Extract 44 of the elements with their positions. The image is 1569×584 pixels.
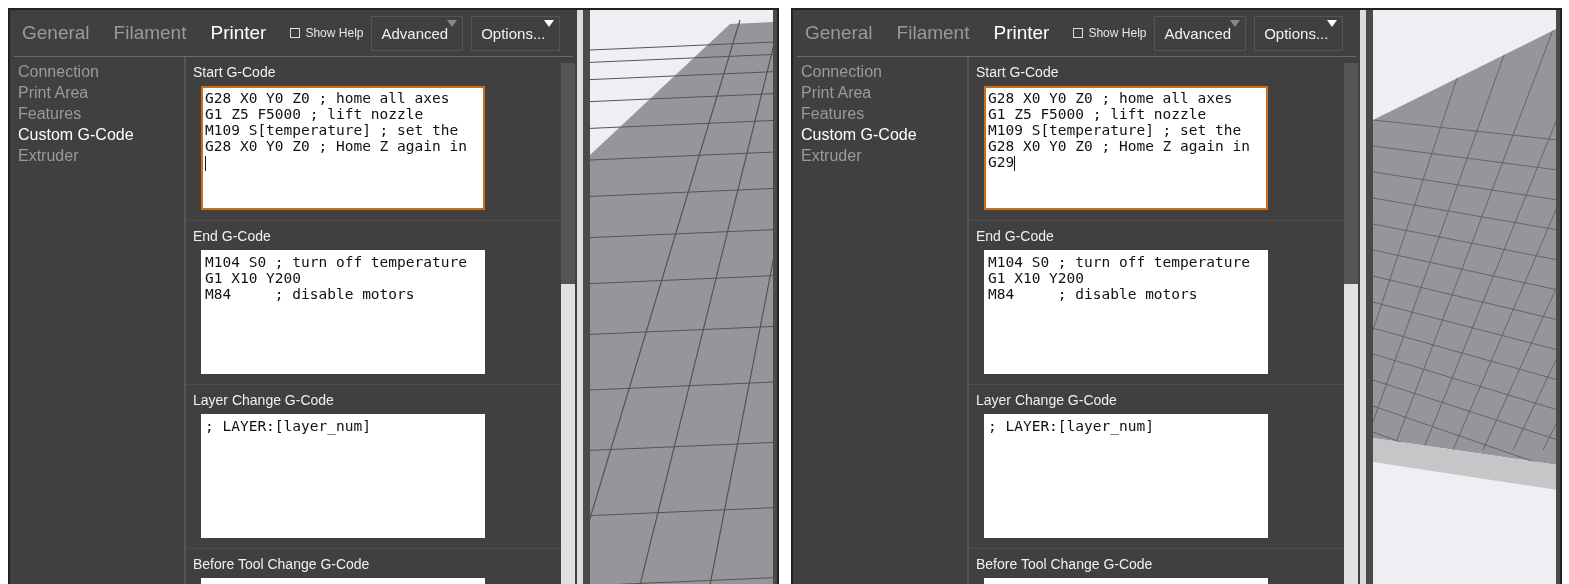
checkbox-label: Show Help	[305, 26, 364, 40]
sidebar-item[interactable]: Features	[801, 105, 967, 123]
section-label: Before Tool Change G-Code	[193, 556, 371, 572]
sidebar-item[interactable]: Print Area	[18, 84, 184, 102]
dropdown-arrow-icon	[1230, 19, 1241, 27]
tab[interactable]: Filament	[896, 22, 970, 44]
section-label: Before Tool Change G-Code	[976, 556, 1154, 572]
options-dropdown[interactable]: Options...	[471, 15, 561, 51]
tab[interactable]: Printer	[210, 22, 267, 44]
gcode-input-field[interactable]: M104 S0 ; turn off temperature G1 X10 Y200 M84 ; disable motors	[984, 250, 1268, 374]
section-label: Start G-Code	[193, 64, 277, 80]
tab[interactable]: General	[22, 22, 90, 44]
gcode-input-field[interactable]: M104 S0 ; turn off temperature G1 X10 Y200 M84 ; disable motors	[201, 250, 485, 374]
sidebar-item[interactable]: Connection	[801, 63, 967, 81]
sidebar-item[interactable]: Extruder	[801, 147, 967, 165]
dropdown-arrow-icon	[447, 19, 458, 27]
sidebar-item[interactable]: Extruder	[18, 147, 184, 165]
sidebar-item[interactable]: Custom G-Code	[801, 126, 967, 144]
dropdown-arrow-icon	[1327, 19, 1338, 27]
mode-dropdown[interactable]: Advanced	[1154, 15, 1247, 51]
mode-dropdown[interactable]: Advanced	[371, 15, 464, 51]
options-dropdown[interactable]: Options...	[1254, 15, 1344, 51]
gcode-input-field[interactable]: G28 X0 Y0 Z0 ; home all axes G1 Z5 F5000 ; lift nozzle M109 S[temperature] ; set the G28 X0 Y0 Z0 ; Home Z again in G29	[984, 86, 1268, 210]
section-label: Layer Change G-Code	[193, 392, 335, 408]
dropdown-arrow-icon	[544, 19, 555, 27]
tab[interactable]: Filament	[113, 22, 187, 44]
section-label: Layer Change G-Code	[976, 392, 1118, 408]
sidebar-item[interactable]: Connection	[18, 63, 184, 81]
tab[interactable]: General	[805, 22, 873, 44]
scrollbar[interactable]	[561, 63, 575, 584]
gcode-input-field[interactable]: G28 X0 Y0 Z0 ; home all axes G1 Z5 F5000 ; lift nozzle M109 S[temperature] ; set the G28 X0 Y0 Z0 ; Home Z again in	[201, 86, 485, 210]
sidebar-item[interactable]: Custom G-Code	[18, 126, 184, 144]
checkbox[interactable]	[1073, 28, 1084, 38]
scrollbar[interactable]	[1344, 63, 1358, 584]
checkbox-label: Show Help	[1088, 26, 1147, 40]
tab[interactable]: Printer	[993, 22, 1050, 44]
section-label: End G-Code	[193, 228, 272, 244]
section-label: End G-Code	[976, 228, 1055, 244]
sidebar-item[interactable]: Print Area	[801, 84, 967, 102]
sidebar-item[interactable]: Features	[18, 105, 184, 123]
gcode-input-field[interactable]: ; LAYER:[layer_num]	[984, 414, 1268, 538]
gcode-input-field[interactable]: ; LAYER:[layer_num]	[201, 414, 485, 538]
section-label: Start G-Code	[976, 64, 1060, 80]
checkbox[interactable]	[290, 28, 301, 38]
